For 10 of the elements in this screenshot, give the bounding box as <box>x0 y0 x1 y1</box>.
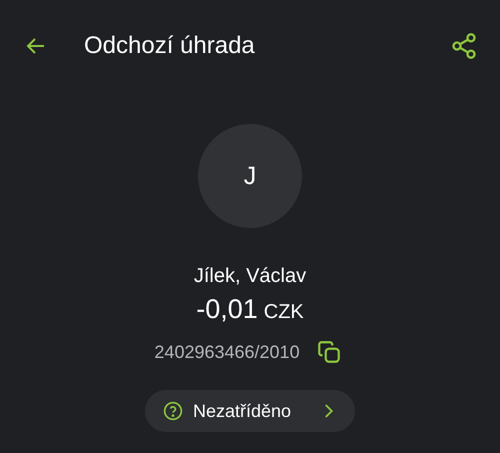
avatar: J <box>198 124 302 228</box>
amount: -0,01 <box>196 294 258 325</box>
copy-icon <box>316 339 342 365</box>
screen-title: Odchozí úhrada <box>84 32 256 60</box>
counterparty-name: Jílek, Václav <box>194 265 306 288</box>
category-button[interactable]: Nezatříděno <box>145 390 355 432</box>
account-number: 2402963466/2010 <box>154 342 300 362</box>
question-icon <box>163 401 183 421</box>
share-icon <box>450 32 478 60</box>
currency: CZK <box>264 301 304 324</box>
